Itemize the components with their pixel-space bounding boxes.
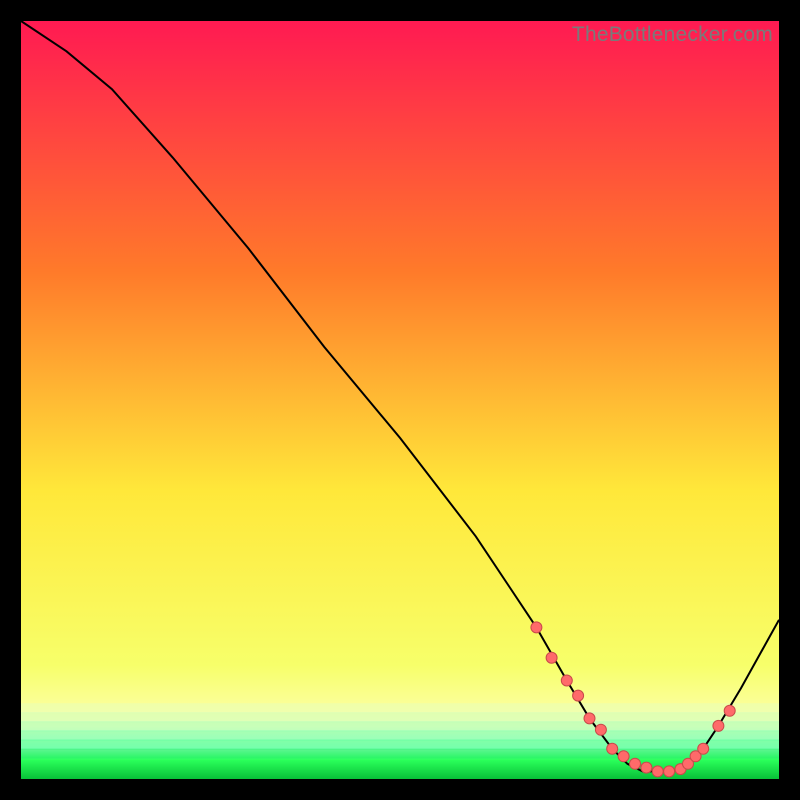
highlight-dot <box>652 766 663 777</box>
band-stripe <box>21 721 779 731</box>
band-stripe <box>21 703 779 713</box>
gradient-background <box>21 21 779 779</box>
highlight-dot <box>724 705 735 716</box>
band-stripe <box>21 740 779 750</box>
highlight-dot <box>531 622 542 633</box>
chart-svg <box>21 21 779 779</box>
highlight-dot <box>584 713 595 724</box>
highlight-dot <box>561 675 572 686</box>
band-stripe <box>21 749 779 759</box>
watermark-text: TheBottlenecker.com <box>572 23 773 47</box>
highlight-dot <box>607 743 618 754</box>
highlight-dot <box>698 743 709 754</box>
highlight-dot <box>573 690 584 701</box>
band-stripe <box>21 712 779 722</box>
highlight-dot <box>618 751 629 762</box>
highlight-dot <box>664 766 675 777</box>
highlight-dot <box>630 758 641 769</box>
chart-frame: TheBottlenecker.com <box>21 21 779 779</box>
band-stripe <box>21 731 779 741</box>
highlight-dot <box>595 724 606 735</box>
green-band-stripes <box>21 703 779 758</box>
highlight-dot <box>546 652 557 663</box>
highlight-dot <box>713 720 724 731</box>
highlight-dot <box>641 762 652 773</box>
